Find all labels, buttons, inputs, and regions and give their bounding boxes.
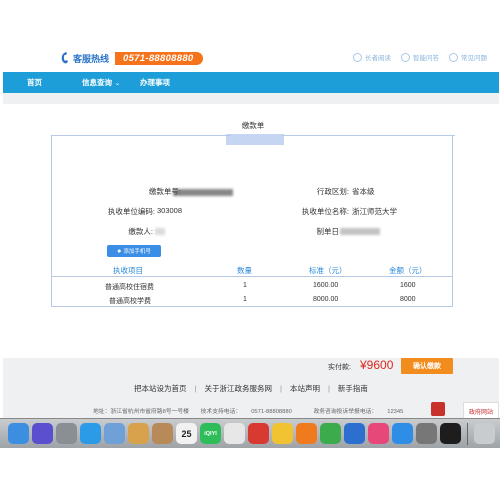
payer-value-redacted [155,228,165,235]
footer-link[interactable]: 新手指南 [338,383,368,394]
footer-link[interactable]: 关于浙江政务服务网 [205,383,273,394]
main-nav: 首页 信息查询 ⌄ 办理事项 [3,72,499,93]
table-cell-standard: 8000.00 [313,296,339,303]
itunes-icon[interactable] [368,423,389,444]
hotline-number: 0571-88808880 [115,51,204,65]
hotline-label: 客服热线 [73,53,110,64]
column-header: 金额（元） [389,266,427,275]
separator: | [327,384,330,393]
support-phone: 0571-88808880 [251,409,292,415]
payment-card: 缴款单 缴款单号: 行政区划: 省本级 执收单位编码: 303008 执收单位名… [3,104,499,374]
notes-icon[interactable] [128,423,149,444]
divider [282,135,455,136]
quicklink-faq[interactable]: 常见问题 [449,52,487,62]
calendar-icon[interactable]: 25 [176,423,197,444]
unit-code-value: 303008 [157,206,183,215]
qq-icon[interactable] [440,423,461,444]
support-label: 技术支持电话： [200,409,242,415]
total-value: ¥9600 [360,358,394,372]
qqmusic-icon[interactable] [272,423,293,444]
region-value: 省本级 [352,187,375,196]
browser-viewport: 客服热线 0571-88808880 长者阅读 智能问答 常见问题 首页 信息查… [3,40,499,446]
photo-frame: 客服热线 0571-88808880 长者阅读 智能问答 常见问题 首页 信息查… [0,0,500,500]
table-cell-qty: 1 [243,296,247,303]
quicklink-label: 常见问题 [461,55,487,62]
table-cell-standard: 1600.00 [313,282,339,289]
add-phone-label: 添加手机号 [123,249,151,255]
footer-address: 地址：浙江省杭州市省府路8号一号楼 [93,409,189,415]
quicklink-reader[interactable]: 长者阅读 [353,52,391,62]
column-header: 数量 [237,266,252,275]
quicklink-qa[interactable]: 智能问答 [401,52,439,62]
top-bar: 客服热线 0571-88808880 长者阅读 智能问答 常见问题 [3,40,499,72]
mac-dock: 25 iQIYI [0,418,500,448]
finder-icon[interactable] [8,423,29,444]
payment-no-label: 缴款单号: [148,187,181,196]
emblem-icon[interactable] [431,402,445,416]
separator: | [280,384,282,393]
total-label: 实付款: [328,364,351,371]
region-label: 行政区划: [316,187,349,196]
appstore-icon[interactable] [392,423,413,444]
nav-query-label: 信息查询 [82,78,112,87]
footer-support: 技术支持电话： 0571-88808880 [201,409,302,415]
contacts-icon[interactable] [152,423,173,444]
plus-icon: ● [117,247,122,255]
complaint-label: 政务咨询投诉举报电话： [313,409,378,415]
footer-link[interactable]: 本站声明 [290,383,320,394]
books-icon[interactable] [296,423,317,444]
nav-query[interactable]: 信息查询 ⌄ [82,77,120,88]
date-label: 制单日 [316,227,340,236]
quicklink-label: 智能问答 [413,55,439,62]
add-phone-button[interactable]: ● 添加手机号 [107,245,161,257]
preview-icon[interactable] [104,423,125,444]
date-value-redacted [340,228,380,235]
phone-icon [61,52,68,64]
unit-code-label: 执收单位编码: [107,207,155,216]
trash-icon[interactable] [474,423,495,444]
chevron-down-icon: ⌄ [115,81,121,87]
table-cell-amount: 8000 [400,296,416,303]
help-icon [449,52,458,62]
column-header: 标准（元） [309,266,347,275]
complaint-phone: 12345 [387,409,404,415]
nav-home[interactable]: 首页 [27,77,42,88]
footer-info: 地址：浙江省杭州市省府路8号一号楼 技术支持电话： 0571-88808880 政… [93,406,423,415]
photos-icon[interactable] [224,423,245,444]
quicklinks: 长者阅读 智能问答 常见问题 [353,52,487,62]
siri-icon[interactable] [32,423,53,444]
footer-complaint: 政务咨询投诉举报电话： 12345 [313,409,413,415]
system-preferences-icon[interactable] [416,423,437,444]
divider [51,135,231,136]
iqiyi-icon[interactable]: iQIYI [200,423,221,444]
netease-music-icon[interactable] [248,423,269,444]
launchpad-icon[interactable] [56,423,77,444]
form-title: 缴款单 [241,121,265,130]
table-header: 执收项目 数量 标准（元） 金额（元） [51,263,453,277]
separator: | [194,384,197,393]
nav-affairs[interactable]: 办理事项 [140,77,170,88]
payment-no-value-redacted [173,189,233,196]
hotline: 客服热线 0571-88808880 [61,50,204,66]
table-cell-qty: 1 [243,282,247,289]
dock-separator [467,422,468,445]
confirm-payment-button[interactable]: 确认缴款 [401,358,453,374]
reader-icon [353,52,362,62]
footer-links: 把本站设为首页 | 关于浙江政务服务网 | 本站声明 | 新手指南 [3,383,499,394]
table-cell-item: 普通高校学费 [109,298,151,305]
quicklink-label: 长者阅读 [365,55,391,62]
footer-link[interactable]: 把本站设为首页 [134,383,187,394]
column-header: 执收项目 [113,266,143,275]
table-cell-amount: 1600 [400,282,416,289]
payer-label: 缴款人: [128,227,153,236]
unit-name-label: 执收单位名称: [301,207,349,216]
numbers-icon[interactable] [320,423,341,444]
eye-icon [401,52,410,62]
unit-name-value: 浙江师范大学 [352,207,397,216]
table-cell-item: 普通高校住宿费 [105,284,154,291]
safari-icon[interactable] [80,423,101,444]
keynote-icon[interactable] [344,423,365,444]
